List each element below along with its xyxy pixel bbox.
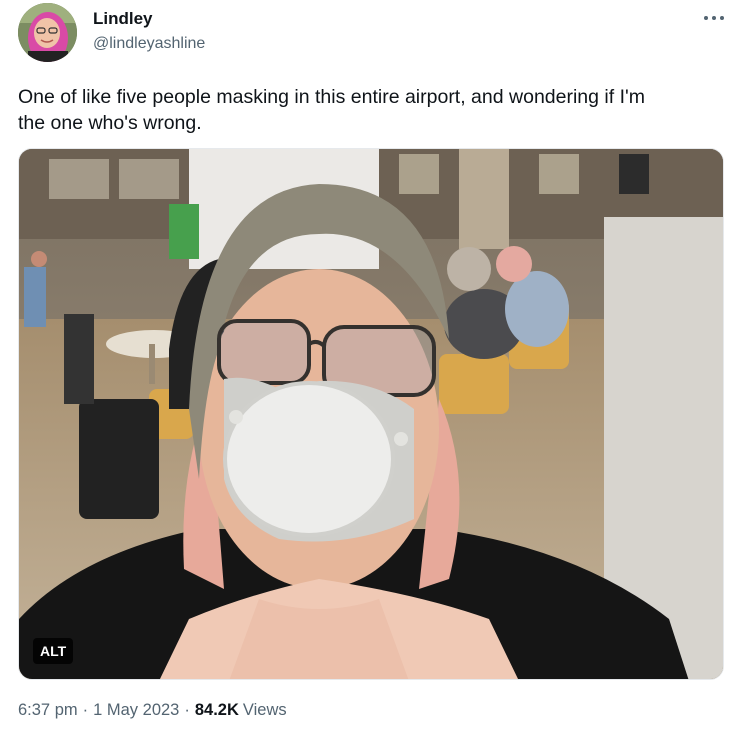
avatar[interactable] <box>18 3 77 62</box>
views-count[interactable]: 84.2K <box>195 701 239 720</box>
author-name[interactable]: Lindley <box>93 9 153 29</box>
more-options-button[interactable] <box>701 8 727 28</box>
meta-separator: · <box>184 701 190 719</box>
author-handle[interactable]: @lindleyashline <box>93 35 205 53</box>
tweet: Lindley @lindleyashline One of like five… <box>0 0 738 733</box>
tweet-time[interactable]: 6:37 pm <box>18 701 78 720</box>
tweet-text: One of like five people masking in this … <box>18 86 645 134</box>
photo-illustration <box>19 149 723 679</box>
views-label: Views <box>242 701 287 719</box>
meta-separator: · <box>82 701 89 719</box>
tweet-photo[interactable] <box>18 148 724 680</box>
alt-text-badge[interactable]: ALT <box>33 638 74 664</box>
tweet-meta: 6:37 pm · 1 May 2023 · 84.2K Views <box>18 701 287 720</box>
tweet-date[interactable]: 1 May 2023 <box>93 701 179 720</box>
more-horizontal-icon <box>704 16 724 20</box>
avatar-image <box>18 3 77 62</box>
